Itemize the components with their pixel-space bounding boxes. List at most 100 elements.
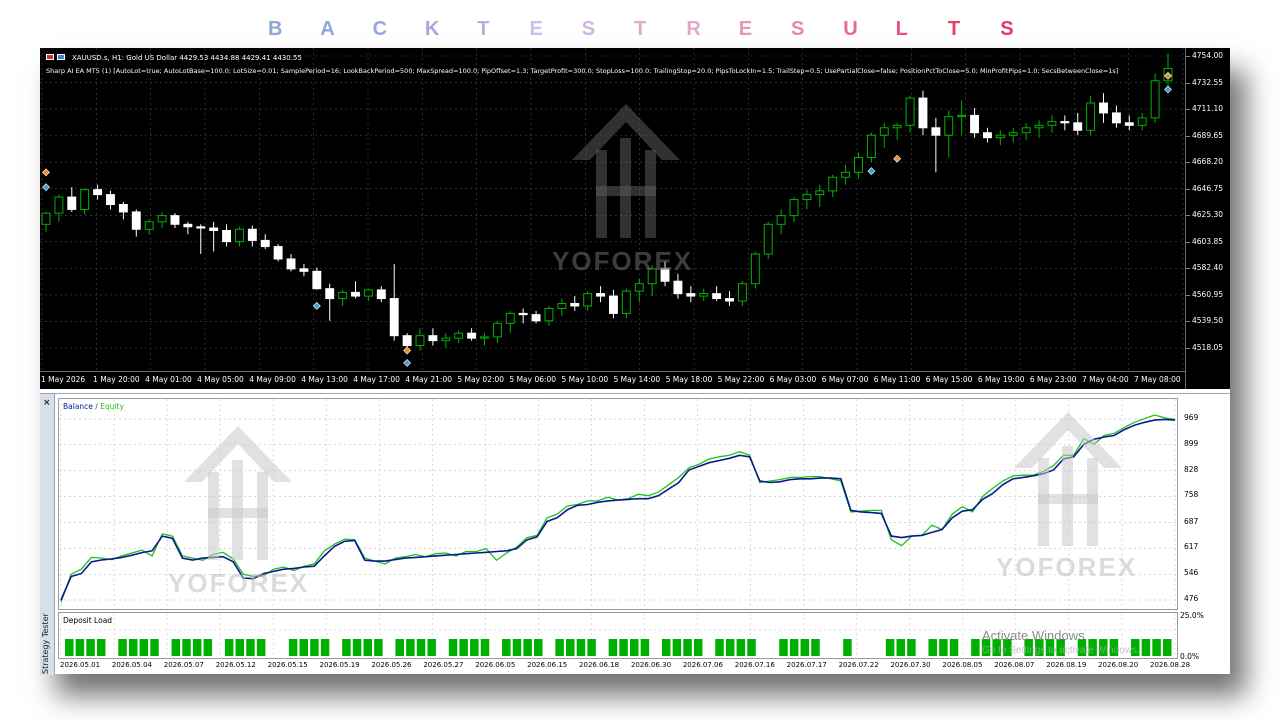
candle-body bbox=[54, 196, 64, 214]
balance-axis-label: 687 bbox=[1184, 516, 1199, 526]
tester-date-label: 2026.05.27 bbox=[423, 661, 464, 669]
title-letter: E bbox=[529, 18, 543, 40]
title-letter: T bbox=[477, 18, 490, 40]
price-label: 4668.20 bbox=[1192, 157, 1224, 167]
candle-body bbox=[428, 335, 438, 342]
deposit-load-bar bbox=[693, 639, 703, 656]
candle-body bbox=[596, 293, 606, 297]
candle-body bbox=[1111, 112, 1121, 124]
candle-body bbox=[634, 283, 644, 292]
trade-markers bbox=[42, 71, 1172, 367]
candle-body bbox=[750, 253, 760, 285]
deposit-load-bar bbox=[342, 639, 351, 656]
close-icon[interactable]: × bbox=[43, 398, 51, 408]
candle-body bbox=[222, 229, 232, 243]
title-letter: A bbox=[320, 18, 335, 40]
candle-body bbox=[363, 289, 373, 297]
price-grid bbox=[40, 48, 1185, 371]
candle-body bbox=[1137, 117, 1147, 126]
time-label: 5 May 02:00 bbox=[457, 375, 505, 384]
title-letter: R bbox=[686, 18, 701, 40]
price-chart-plot[interactable]: XAUUSD.s, H1: Gold US Dollar 4429.53 443… bbox=[40, 48, 1185, 371]
deposit-load-bar bbox=[448, 639, 458, 656]
deposit-load-bar bbox=[150, 639, 159, 656]
price-label: 4711.10 bbox=[1192, 104, 1224, 114]
time-label: 1 May 20:00 bbox=[93, 375, 140, 384]
tester-date-label: 2026.07.16 bbox=[734, 661, 775, 669]
candle-body bbox=[312, 270, 322, 290]
candle-body bbox=[1047, 121, 1057, 126]
strategy-tester-tab-label[interactable]: Strategy Tester bbox=[41, 613, 53, 674]
deposit-load-bar bbox=[566, 639, 575, 656]
deposit-load-bar bbox=[885, 639, 895, 656]
activate-windows-subtitle: Go to Settings to activate Windows. bbox=[982, 645, 1140, 656]
deposit-load-bar bbox=[928, 639, 937, 656]
deposit-load-bar bbox=[246, 639, 255, 656]
candle-body bbox=[982, 132, 992, 139]
tester-date-label: 2026.05.01 bbox=[60, 661, 101, 669]
deposit-load-title: Deposit Load bbox=[63, 616, 113, 625]
deposit-load-bar bbox=[96, 639, 106, 656]
deposit-load-bar bbox=[907, 639, 916, 656]
candle-body bbox=[389, 298, 399, 337]
price-tick bbox=[1186, 162, 1190, 164]
price-axis[interactable]: 4754.00 4732.55 4711.10 4689.65 4668.20 4646.… bbox=[1185, 48, 1230, 389]
tester-side-strip: × Strategy Tester bbox=[40, 394, 55, 675]
tester-date-label: 2026.06.15 bbox=[527, 661, 568, 669]
candle-body bbox=[608, 295, 618, 314]
candle-body bbox=[518, 312, 528, 316]
candle-body bbox=[1150, 80, 1160, 119]
deposit-load-bar bbox=[1152, 639, 1161, 656]
candle-body bbox=[1060, 121, 1070, 124]
tester-date-label: 2026.05.12 bbox=[215, 661, 256, 669]
price-tick bbox=[1186, 348, 1190, 349]
tester-date-label: 2026.08.28 bbox=[1150, 661, 1191, 669]
time-label: 4 May 13:00 bbox=[301, 375, 348, 384]
deposit-load-bar bbox=[171, 639, 181, 656]
time-label: 5 May 14:00 bbox=[613, 375, 661, 384]
sell-trade-marker bbox=[403, 346, 412, 355]
deposit-load-bar bbox=[640, 639, 650, 656]
candle-body bbox=[621, 290, 631, 314]
candle-body bbox=[699, 293, 709, 297]
deposit-load-bar bbox=[661, 639, 671, 656]
deposit-load-bar bbox=[427, 639, 436, 656]
price-label: 4603.85 bbox=[1192, 236, 1224, 246]
deposit-load-bar bbox=[75, 639, 85, 656]
tester-date-label: 2026.08.05 bbox=[942, 661, 983, 669]
title-letter: E bbox=[738, 18, 753, 40]
candle-body bbox=[1021, 127, 1031, 134]
deposit-load-bar bbox=[555, 639, 564, 656]
title-letter: U bbox=[843, 18, 858, 40]
candle-body bbox=[931, 127, 941, 136]
buy-trade-marker bbox=[42, 183, 50, 192]
candle-body bbox=[866, 134, 876, 158]
price-tick bbox=[1186, 294, 1190, 296]
time-axis[interactable]: 1 May 2026 1 May 20:00 4 May 01:00 4 May 05… bbox=[40, 371, 1185, 389]
candle-body bbox=[441, 337, 451, 342]
price-label: 4518.05 bbox=[1192, 343, 1224, 352]
candle-body bbox=[273, 246, 283, 260]
price-chart-window[interactable]: XAUUSD.s, H1: Gold US Dollar 4429.53 443… bbox=[40, 48, 1230, 389]
candle-body bbox=[802, 194, 812, 201]
deposit-load-bar bbox=[118, 639, 127, 656]
deposit-load-bar bbox=[182, 639, 191, 656]
candle-body bbox=[376, 289, 386, 300]
candle-body bbox=[260, 239, 270, 248]
candle-body bbox=[995, 134, 1005, 139]
candle-body bbox=[725, 298, 734, 302]
tester-date-label: 2026.05.15 bbox=[267, 661, 308, 669]
deposit-load-bar bbox=[86, 639, 95, 656]
symbol-header: XAUUSD.s, H1: Gold US Dollar 4429.53 443… bbox=[46, 54, 302, 62]
chart-header-icons bbox=[46, 54, 68, 62]
candle-body bbox=[1124, 122, 1134, 126]
candle-body bbox=[234, 228, 244, 243]
deposit-load-bar bbox=[128, 639, 138, 656]
candle-body bbox=[905, 97, 915, 126]
candle-body bbox=[944, 116, 954, 136]
title-letter: S bbox=[791, 18, 805, 40]
load-max-label: 25.0% bbox=[1180, 611, 1204, 620]
candle-body bbox=[673, 280, 683, 295]
deposit-load-bar bbox=[502, 639, 511, 656]
title-letter: L bbox=[895, 18, 908, 40]
